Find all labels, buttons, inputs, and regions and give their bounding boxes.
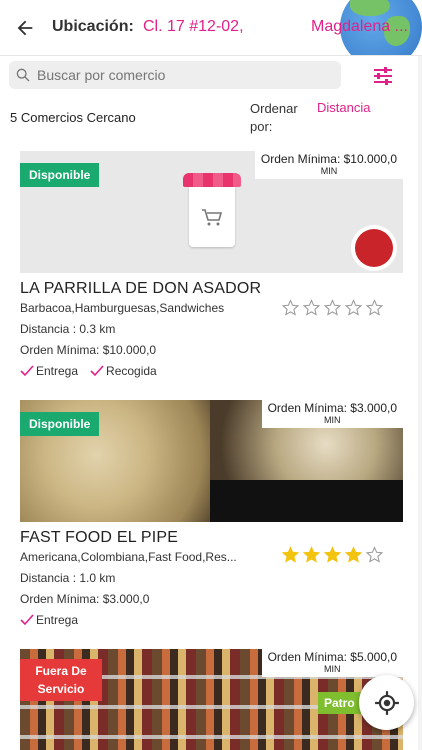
min-order-unit: MIN — [320, 166, 338, 176]
min-order-tag-text: Orden Mínima: $3.000,0 — [267, 401, 397, 415]
store-distance: Distancia : 1.0 km — [20, 571, 116, 585]
crosshair-icon — [374, 690, 399, 715]
store-banner: Fuera De Servicio Orden Mínima: $5.000,0… — [20, 649, 403, 750]
status-badge: Disponible — [20, 163, 100, 187]
arrow-left-icon — [17, 20, 33, 36]
star-icon — [303, 546, 320, 563]
service-pickup: Recogida — [90, 364, 157, 378]
service-delivery: Entrega — [20, 364, 78, 378]
back-button[interactable] — [10, 13, 40, 43]
star-icon — [345, 299, 362, 316]
min-order-tag-text: Orden Mínima: $10.000,0 — [260, 152, 397, 166]
star-icon — [345, 546, 362, 563]
sliders-icon — [374, 67, 392, 85]
store-placeholder-icon — [183, 173, 241, 251]
check-icon — [20, 614, 34, 626]
min-order-unit: MIN — [324, 415, 341, 425]
star-icon — [324, 299, 341, 316]
service-label: Entrega — [36, 613, 79, 627]
service-label: Entrega — [36, 364, 79, 378]
search-bar[interactable] — [9, 61, 341, 89]
store-banner: Disponible Orden Mínima: $3.000,0 MIN — [20, 400, 403, 522]
store-card[interactable]: Disponible Orden Mínima: $10.000,0 MIN L… — [20, 151, 403, 378]
store-banner: Disponible Orden Mínima: $10.000,0 MIN — [20, 151, 403, 273]
check-icon — [20, 365, 34, 377]
check-icon — [90, 365, 104, 377]
sponsored-badge: Patro — [318, 692, 361, 714]
search-input[interactable] — [37, 67, 327, 83]
scrollbar[interactable] — [418, 56, 422, 750]
star-icon — [282, 546, 299, 563]
store-name: LA PARRILLA DE DON ASADOR — [20, 280, 262, 297]
store-logo — [351, 225, 397, 271]
location-city[interactable]: Magdalena ... — [311, 18, 408, 36]
service-delivery: Entrega — [20, 613, 78, 627]
store-categories: Americana,Colombiana,Fast Food,Res... — [20, 550, 237, 564]
min-order-tag: Orden Mínima: $3.000,0 MIN — [261, 400, 403, 428]
min-order-unit: MIN — [324, 664, 341, 674]
top-app-bar: Ubicación: Cl. 17 #12-02, Magdalena ... — [0, 0, 422, 56]
rating-stars — [282, 299, 383, 316]
status-badge: Disponible — [20, 412, 100, 436]
rating-stars — [282, 546, 383, 563]
service-options: Entrega — [20, 613, 403, 627]
star-icon — [324, 546, 341, 563]
filter-button[interactable] — [370, 63, 396, 89]
star-icon — [366, 546, 383, 563]
star-icon — [366, 299, 383, 316]
store-logo-emblem — [355, 229, 393, 267]
location-address[interactable]: Cl. 17 #12-02, — [143, 18, 244, 36]
store-distance: Distancia : 0.3 km — [20, 322, 116, 336]
search-icon — [9, 67, 37, 83]
shopping-cart-icon — [202, 209, 223, 226]
sort-label: Ordenar por: — [250, 101, 298, 134]
status-badge: Fuera De Servicio — [20, 659, 102, 701]
star-icon — [303, 299, 320, 316]
min-order-tag: Orden Mínima: $10.000,0 MIN — [254, 151, 403, 179]
results-count: 5 Comercios Cercano — [10, 110, 136, 125]
service-options: Entrega Recogida — [20, 364, 403, 378]
service-label: Recogida — [106, 364, 157, 378]
min-order-tag-text: Orden Mínima: $5.000,0 — [267, 650, 397, 664]
location-label: Ubicación: — [52, 18, 134, 35]
store-min-order: Orden Mínima: $10.000,0 — [20, 343, 157, 357]
store-categories: Barbacoa,Hamburguesas,Sandwiches — [20, 301, 225, 315]
store-min-order: Orden Mínima: $3.000,0 — [20, 592, 150, 606]
sort-selector[interactable]: Distancia — [317, 100, 370, 115]
star-icon — [282, 299, 299, 316]
store-card[interactable]: Disponible Orden Mínima: $3.000,0 MIN FA… — [20, 400, 403, 627]
store-card[interactable]: Fuera De Servicio Orden Mínima: $5.000,0… — [20, 649, 403, 750]
locate-me-button[interactable] — [359, 675, 414, 730]
store-name: FAST FOOD EL PIPE — [20, 529, 179, 546]
min-order-tag: Orden Mínima: $5.000,0 MIN — [261, 649, 403, 677]
